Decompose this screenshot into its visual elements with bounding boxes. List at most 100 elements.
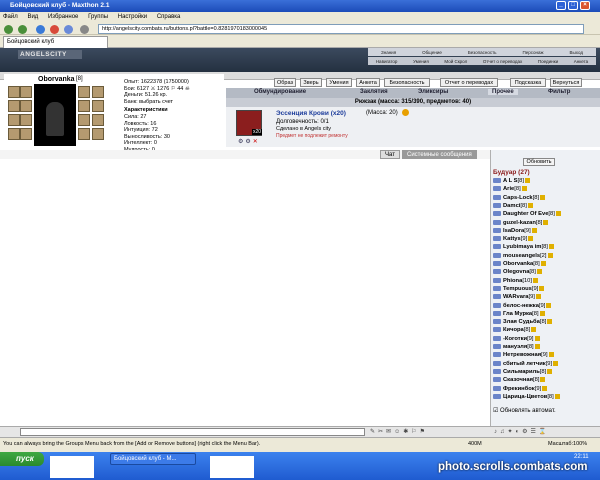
user-info-icon[interactable] bbox=[547, 252, 553, 258]
chat-area[interactable] bbox=[0, 159, 490, 426]
slot-amulet[interactable] bbox=[20, 86, 32, 98]
private-message-icon[interactable] bbox=[493, 352, 501, 358]
transfers-button[interactable]: Отчет о переводах bbox=[440, 78, 498, 87]
autoupdate-checkbox[interactable]: ☑ Обновлять автомат. bbox=[493, 407, 556, 414]
user-name[interactable]: IsaDora bbox=[503, 228, 524, 234]
tab-spells[interactable]: Заклятия bbox=[360, 89, 388, 95]
user-list-item[interactable]: белос-нежка[9] bbox=[493, 302, 552, 309]
user-name[interactable]: Злая Судьба bbox=[503, 319, 540, 325]
link-character[interactable]: Персонаж bbox=[523, 50, 544, 55]
private-message-icon[interactable] bbox=[493, 211, 501, 217]
user-list-item[interactable]: Сильмариль[8] bbox=[493, 368, 553, 375]
user-name[interactable]: белос-нежка bbox=[503, 303, 539, 309]
slot-cloak[interactable] bbox=[92, 128, 104, 140]
slot-offhand[interactable] bbox=[78, 128, 90, 140]
user-list-item[interactable]: A L S[8] bbox=[493, 178, 530, 184]
user-info-icon[interactable] bbox=[539, 285, 545, 291]
taskbar-browser-task[interactable]: Бойцовский клуб - M... bbox=[110, 453, 196, 465]
chat-tool-icons[interactable]: ✎✂✉☺✱⚐⚑ bbox=[370, 428, 490, 436]
slot-boots[interactable] bbox=[78, 114, 90, 126]
user-name[interactable]: сбитый летчик bbox=[503, 361, 546, 367]
link-skills[interactable]: Умения bbox=[413, 59, 429, 64]
user-name[interactable]: Сказочная bbox=[503, 377, 533, 383]
tab-fightclub[interactable]: Бойцовский клуб bbox=[3, 36, 108, 48]
private-message-icon[interactable] bbox=[493, 236, 501, 242]
refresh-button[interactable]: Обновить bbox=[523, 158, 555, 166]
user-list-item[interactable]: IsaDora[9] bbox=[493, 227, 537, 234]
user-info-icon[interactable] bbox=[536, 269, 542, 275]
skills-button[interactable]: Умения bbox=[326, 78, 352, 87]
user-list-item[interactable]: сбитый летчик[9] bbox=[493, 360, 559, 367]
private-message-icon[interactable] bbox=[493, 261, 501, 266]
user-name[interactable]: Daughter Of Eve bbox=[503, 211, 548, 217]
user-name[interactable]: Phiona bbox=[503, 278, 522, 284]
user-list-item[interactable]: Lyubimaya im[8] bbox=[493, 244, 554, 250]
return-button[interactable]: Вернуться bbox=[550, 78, 582, 87]
user-info-icon[interactable] bbox=[531, 327, 537, 333]
user-info-icon[interactable] bbox=[546, 302, 552, 308]
private-message-icon[interactable] bbox=[493, 302, 501, 308]
user-name[interactable]: Kattys bbox=[503, 236, 521, 242]
chat-input[interactable] bbox=[20, 428, 365, 436]
back-icon[interactable] bbox=[4, 25, 13, 34]
user-list-item[interactable]: Arie[8] bbox=[493, 186, 527, 192]
user-info-icon[interactable] bbox=[528, 236, 534, 242]
private-message-icon[interactable] bbox=[493, 219, 501, 225]
user-list-item[interactable]: Tempuous[9] bbox=[493, 285, 545, 292]
slot-helmet[interactable] bbox=[78, 86, 90, 98]
user-list-item[interactable]: Злая Судьба[8] bbox=[493, 319, 553, 325]
refresh-icon[interactable] bbox=[36, 25, 45, 34]
private-message-icon[interactable] bbox=[493, 310, 501, 316]
tab-chat[interactable]: Чат bbox=[380, 150, 400, 159]
link-chat[interactable]: Общение bbox=[422, 50, 442, 55]
private-message-icon[interactable] bbox=[493, 277, 501, 283]
private-message-icon[interactable] bbox=[493, 377, 501, 383]
link-duels[interactable]: Поединки bbox=[538, 59, 558, 64]
tab-system-messages[interactable]: Системные сообщения bbox=[402, 150, 477, 159]
user-info-icon[interactable] bbox=[521, 186, 527, 192]
user-info-icon[interactable] bbox=[547, 368, 553, 374]
user-name[interactable]: Arie bbox=[503, 186, 514, 192]
user-info-icon[interactable] bbox=[555, 211, 561, 217]
menu-help[interactable]: Справка bbox=[157, 14, 181, 20]
private-message-icon[interactable] bbox=[493, 194, 501, 200]
characteristics-label[interactable]: Характеристики bbox=[124, 107, 224, 114]
user-info-icon[interactable] bbox=[534, 335, 540, 341]
address-field[interactable]: http://angelscity.combats.ru/buttons.pl?… bbox=[98, 24, 584, 34]
user-name[interactable]: Фрекинбок bbox=[503, 386, 535, 392]
user-list-item[interactable]: мануэля[8] bbox=[493, 344, 540, 350]
link-knowledge[interactable]: Знания bbox=[381, 50, 396, 55]
user-list-item[interactable]: Kattys[9] bbox=[493, 236, 534, 242]
user-name[interactable]: Tempuous bbox=[503, 286, 532, 292]
user-name[interactable]: Damci bbox=[503, 203, 520, 209]
user-name[interactable]: mouseangels bbox=[503, 253, 540, 259]
tab-filter[interactable]: Фильтр bbox=[548, 89, 570, 95]
user-name[interactable]: Olegovna bbox=[503, 269, 529, 275]
user-info-icon[interactable] bbox=[548, 352, 554, 358]
user-list-item[interactable]: Сказочная[8] bbox=[493, 377, 546, 383]
user-info-icon[interactable] bbox=[547, 319, 553, 325]
menu-file[interactable]: Файл bbox=[3, 14, 18, 20]
user-list-item[interactable]: Oborvanka[8] bbox=[493, 261, 546, 267]
private-message-icon[interactable] bbox=[493, 327, 501, 333]
pet-button[interactable]: Зверь bbox=[300, 78, 322, 87]
profile-button[interactable]: Анкета bbox=[356, 78, 380, 87]
user-list-item[interactable]: Гла Мурка[8] bbox=[493, 310, 545, 317]
private-message-icon[interactable] bbox=[493, 385, 501, 391]
user-info-icon[interactable] bbox=[527, 202, 533, 208]
slot-ring[interactable] bbox=[20, 114, 32, 126]
private-message-icon[interactable] bbox=[493, 227, 501, 233]
chat-tool-icons-2[interactable]: ♪♫✦◐⚙☰⌛ bbox=[494, 428, 598, 436]
private-message-icon[interactable] bbox=[493, 244, 501, 250]
private-message-icon[interactable] bbox=[493, 319, 501, 325]
user-list-item[interactable]: Царица-Цветов[8] bbox=[493, 393, 560, 400]
tab-elixirs[interactable]: Эликсиры bbox=[418, 89, 448, 95]
slot-earring[interactable] bbox=[8, 86, 20, 98]
user-list-item[interactable]: Нетревожная[9] bbox=[493, 352, 554, 358]
private-message-icon[interactable] bbox=[493, 393, 501, 399]
hint-button[interactable]: Подсказка bbox=[510, 78, 546, 87]
user-info-icon[interactable] bbox=[539, 310, 545, 316]
user-name[interactable]: Oborvanka bbox=[503, 261, 533, 267]
link-exit[interactable]: Выход bbox=[570, 50, 583, 55]
user-info-icon[interactable] bbox=[533, 277, 538, 283]
